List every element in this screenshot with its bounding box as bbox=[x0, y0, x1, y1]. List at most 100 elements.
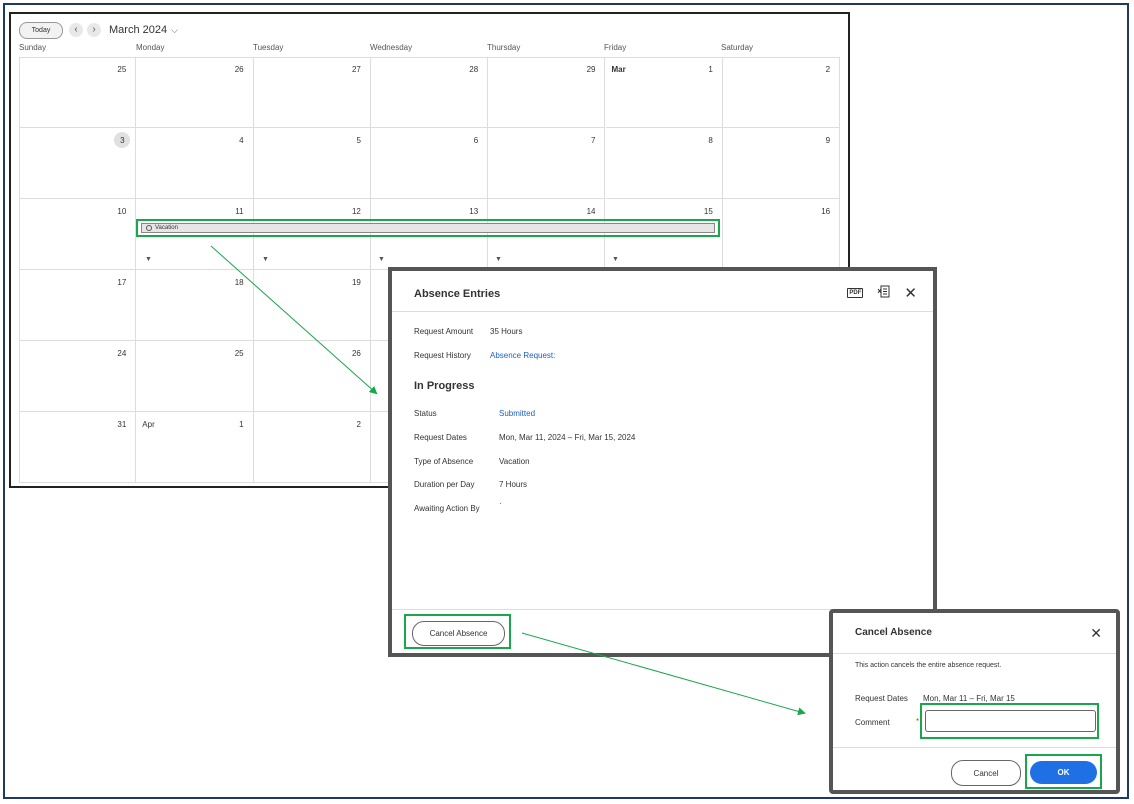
expand-triangle-icon[interactable]: ▼ bbox=[612, 256, 619, 263]
status-label: Status bbox=[414, 409, 437, 418]
divider bbox=[833, 653, 1116, 654]
day-number: 17 bbox=[117, 278, 127, 287]
next-month-button[interactable]: › bbox=[87, 23, 101, 37]
calendar-toolbar: Today ‹ › March 2024 ⌵ bbox=[19, 20, 178, 40]
day-cell[interactable]: 5 bbox=[253, 128, 371, 199]
close-icon[interactable]: ✕ bbox=[1090, 625, 1102, 642]
awaiting-action-value: · bbox=[499, 499, 502, 508]
day-number: 7 bbox=[591, 136, 596, 145]
day-number: 31 bbox=[117, 420, 127, 429]
absence-entries-dialog: Absence Entries PDF ✕ Request Amount 35 … bbox=[388, 267, 937, 657]
day-number: 16 bbox=[821, 207, 831, 216]
day-cell[interactable]: 18 bbox=[136, 270, 254, 341]
day-cell[interactable]: 24 bbox=[19, 341, 137, 412]
cancel-absence-button[interactable]: Cancel Absence bbox=[412, 621, 505, 646]
day-number: 26 bbox=[351, 349, 361, 358]
today-button[interactable]: Today bbox=[19, 21, 63, 39]
day-number: 4 bbox=[239, 136, 244, 145]
vacation-event-highlight: Vacation bbox=[136, 219, 720, 237]
excel-export-icon[interactable] bbox=[877, 285, 890, 301]
cancel-message: This action cancels the entire absence r… bbox=[855, 662, 1002, 669]
comment-label: Comment bbox=[855, 718, 890, 727]
expand-triangle-icon[interactable]: ▼ bbox=[145, 256, 152, 263]
required-marker: * bbox=[916, 717, 920, 726]
day-cell[interactable]: 7 bbox=[488, 128, 606, 199]
close-icon[interactable]: ✕ bbox=[904, 284, 917, 302]
request-dates-label: Request Dates bbox=[855, 694, 908, 703]
cancel-button[interactable]: Cancel bbox=[951, 760, 1021, 786]
vacation-event[interactable]: Vacation bbox=[141, 223, 715, 233]
in-progress-heading: In Progress bbox=[414, 380, 475, 392]
day-cell[interactable]: 3 bbox=[19, 128, 137, 199]
day-number: 15 bbox=[703, 207, 713, 216]
comment-highlight bbox=[920, 703, 1099, 739]
weekday-header: Wednesday bbox=[370, 43, 413, 52]
day-number: 27 bbox=[351, 65, 361, 74]
day-number: 28 bbox=[469, 65, 479, 74]
ok-button[interactable]: OK bbox=[1030, 761, 1097, 784]
day-cell[interactable]: 29 bbox=[488, 57, 606, 128]
weekday-header: Saturday bbox=[721, 43, 754, 52]
expand-triangle-icon[interactable]: ▼ bbox=[262, 256, 269, 263]
status-value[interactable]: Submitted bbox=[499, 409, 535, 418]
day-cell[interactable]: 25 bbox=[136, 341, 254, 412]
dialog-title: Cancel Absence bbox=[855, 627, 932, 638]
day-cell[interactable]: 26 bbox=[136, 57, 254, 128]
day-number: 25 bbox=[234, 349, 244, 358]
day-number: 6 bbox=[473, 136, 479, 145]
duration-value: 7 Hours bbox=[499, 480, 528, 489]
event-label: Vacation bbox=[155, 225, 178, 231]
weekday-header: Monday bbox=[136, 43, 165, 52]
day-cell[interactable]: 19 bbox=[253, 270, 371, 341]
request-history-link[interactable]: Absence Request: bbox=[490, 351, 555, 360]
chevron-down-icon[interactable]: ⌵ bbox=[171, 25, 178, 36]
chevron-left-icon: ‹ bbox=[74, 24, 78, 35]
day-number: 9 bbox=[825, 136, 831, 145]
day-cell[interactable]: 10 bbox=[19, 199, 137, 270]
request-amount-value: 35 Hours bbox=[490, 327, 523, 336]
day-number: 12 bbox=[351, 207, 361, 216]
day-number: 19 bbox=[351, 278, 361, 287]
weekday-header: Sunday bbox=[19, 43, 47, 52]
request-history-label: Request History bbox=[414, 351, 471, 360]
month-label: Mar bbox=[611, 65, 626, 74]
day-cell[interactable]: 4 bbox=[136, 128, 254, 199]
expand-triangle-icon[interactable]: ▼ bbox=[378, 256, 385, 263]
day-number: 10 bbox=[117, 207, 127, 216]
request-dates-label: Request Dates bbox=[414, 433, 467, 442]
month-title[interactable]: March 2024 bbox=[109, 24, 167, 36]
day-number: 14 bbox=[586, 207, 596, 216]
pdf-icon[interactable]: PDF bbox=[847, 288, 864, 298]
request-dates-value: Mon, Mar 11, 2024 – Fri, Mar 15, 2024 bbox=[499, 433, 636, 442]
day-cell[interactable]: 28 bbox=[370, 57, 489, 128]
day-cell[interactable]: 16 bbox=[722, 199, 841, 270]
comment-input[interactable] bbox=[925, 710, 1096, 732]
day-cell[interactable]: 9 bbox=[722, 128, 841, 199]
expand-triangle-icon[interactable]: ▼ bbox=[495, 256, 502, 263]
weekday-header: Tuesday bbox=[253, 43, 284, 52]
day-cell[interactable]: 1 Apr bbox=[136, 412, 254, 483]
prev-month-button[interactable]: ‹ bbox=[69, 23, 83, 37]
day-number: 26 bbox=[234, 65, 244, 74]
day-cell[interactable]: 8 bbox=[605, 128, 723, 199]
month-label: Apr bbox=[142, 420, 155, 429]
day-cell[interactable]: 17 bbox=[19, 270, 137, 341]
type-of-absence-value: Vacation bbox=[499, 457, 530, 466]
day-cell[interactable]: 6 bbox=[370, 128, 489, 199]
request-amount-label: Request Amount bbox=[414, 327, 474, 336]
day-number: 24 bbox=[117, 349, 127, 358]
awaiting-action-label: Awaiting Action By bbox=[414, 504, 480, 513]
duration-label: Duration per Day bbox=[414, 480, 475, 489]
day-cell[interactable]: 1 Mar bbox=[605, 57, 723, 128]
day-cell[interactable]: 31 bbox=[19, 412, 137, 483]
today-indicator: 3 bbox=[114, 132, 131, 148]
day-cell[interactable]: 2 bbox=[253, 412, 371, 483]
day-number: 18 bbox=[234, 278, 244, 287]
day-cell[interactable]: 26 bbox=[253, 341, 371, 412]
ok-highlight: OK bbox=[1025, 754, 1102, 789]
day-cell[interactable]: 2 bbox=[722, 57, 841, 128]
day-number: 2 bbox=[356, 420, 361, 429]
day-number: 13 bbox=[469, 207, 479, 216]
day-cell[interactable]: 25 bbox=[19, 57, 137, 128]
day-cell[interactable]: 27 bbox=[253, 57, 371, 128]
